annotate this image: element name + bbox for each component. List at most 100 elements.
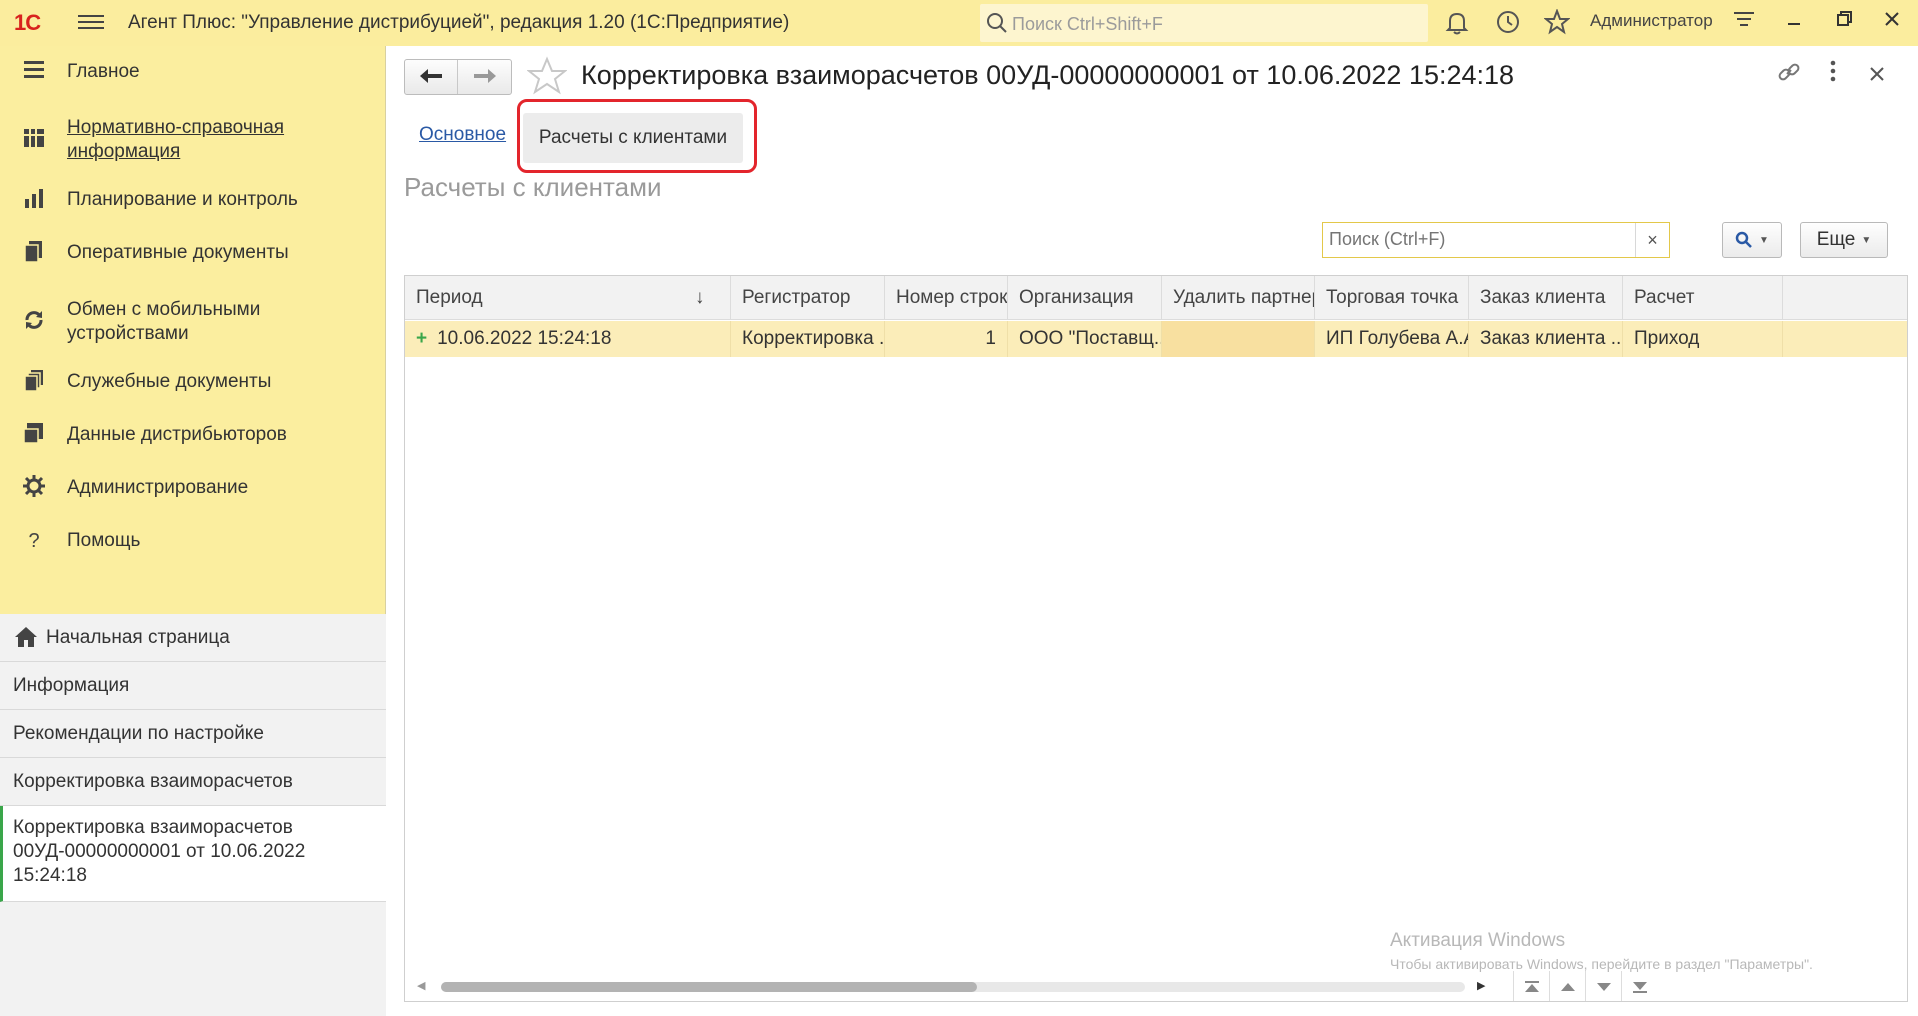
scroll-left-icon[interactable]: ◀: [417, 979, 425, 992]
cell-outlet[interactable]: ИП Голубева А.А.: [1315, 321, 1469, 357]
cell-delete-partner[interactable]: [1162, 321, 1315, 357]
open-window-correction-doc[interactable]: Корректировка взаиморасчетов 00УД-000000…: [0, 806, 386, 902]
main-menu-button[interactable]: [78, 11, 104, 33]
sidebar-item-label: Обмен с мобильными устройствами: [67, 299, 261, 344]
scroll-bottom-icon[interactable]: [1621, 971, 1657, 1001]
documents-icon: [20, 239, 48, 267]
cell-period-text: 10.06.2022 15:24:18: [437, 328, 612, 349]
watermark-title: Активация Windows: [1390, 930, 1566, 951]
open-window-information[interactable]: Информация: [0, 662, 386, 710]
column-header-period[interactable]: Период ↓: [405, 276, 731, 320]
sidebar-item-label: Нормативно-справочная информация: [67, 117, 285, 162]
cell-period[interactable]: +10.06.2022 15:24:18: [405, 321, 731, 357]
stack-icon: [20, 368, 48, 396]
title-bar: 1С Агент Плюс: "Управление дистрибуцией"…: [0, 0, 1918, 46]
table-row[interactable]: +10.06.2022 15:24:18 Корректировка ... 1…: [405, 321, 1907, 357]
sidebar-item-label: Данные дистрибьюторов: [67, 424, 287, 445]
sidebar-item-service-docs[interactable]: Служебные документы: [0, 368, 386, 400]
back-button[interactable]: [405, 60, 459, 94]
favorite-star-icon[interactable]: [527, 56, 567, 96]
sidebar-item-label: Планирование и контроль: [67, 189, 298, 210]
settlements-table: Период ↓ Регистратор Номер строки Органи…: [404, 275, 1908, 1002]
clear-search-icon[interactable]: ×: [1635, 223, 1669, 257]
open-windows-panel: Начальная страница Информация Рекомендац…: [0, 614, 386, 1016]
open-window-label: Рекомендации по настройке: [13, 723, 264, 744]
sidebar-item-mobile-exchange[interactable]: Обмен с мобильными устройствами: [0, 296, 386, 348]
sidebar-item-label: Главное: [67, 61, 140, 82]
sidebar-item-help[interactable]: ? Помощь: [0, 527, 386, 559]
horizontal-scrollbar[interactable]: ◀ ▶: [405, 971, 1907, 1001]
restore-button[interactable]: [1829, 8, 1859, 38]
search-icon: [1735, 231, 1752, 248]
sidebar-item-planning[interactable]: Планирование и контроль: [0, 186, 386, 218]
column-header-settlement[interactable]: Расчет: [1623, 276, 1783, 320]
cell-registrar[interactable]: Корректировка ...: [731, 321, 885, 357]
column-header-organization[interactable]: Организация: [1008, 276, 1162, 320]
column-header-outlet[interactable]: Торговая точка: [1315, 276, 1469, 320]
open-window-correction-list[interactable]: Корректировка взаиморасчетов: [0, 758, 386, 806]
search-button[interactable]: ▼: [1722, 222, 1782, 258]
grid-icon: [20, 126, 48, 154]
column-header-client-order[interactable]: Заказ клиента: [1469, 276, 1623, 320]
more-button-label: Еще: [1816, 229, 1856, 250]
sidebar-item-reference[interactable]: Нормативно-справочная информация: [0, 114, 386, 166]
data-icon: [20, 421, 48, 449]
history-icon[interactable]: [1494, 9, 1522, 37]
close-window-button[interactable]: [1877, 8, 1907, 38]
settings-lines-icon[interactable]: [1729, 8, 1759, 38]
tab-main[interactable]: Основное: [419, 124, 506, 146]
chevron-down-icon: ▼: [1759, 234, 1769, 246]
cell-organization[interactable]: ООО "Поставщ...: [1008, 321, 1162, 357]
sidebar-item-administration[interactable]: Администрирование: [0, 474, 386, 506]
scroll-right-icon[interactable]: ▶: [1477, 979, 1485, 992]
watermark-subtitle: Чтобы активировать Windows, перейдите в …: [1390, 956, 1813, 972]
help-icon: ?: [28, 530, 40, 552]
open-window-recommendations[interactable]: Рекомендации по настройке: [0, 710, 386, 758]
hamburger-icon: [20, 58, 48, 86]
table-search-field[interactable]: ×: [1322, 222, 1670, 258]
current-user[interactable]: Администратор: [1590, 11, 1713, 31]
table-search-input[interactable]: [1323, 223, 1633, 255]
close-form-icon[interactable]: [1862, 60, 1892, 90]
search-icon: [987, 13, 1007, 33]
history-nav: [404, 59, 512, 95]
open-window-home[interactable]: Начальная страница: [0, 614, 386, 662]
minimize-button[interactable]: [1779, 8, 1809, 38]
sidebar-item-distributor-data[interactable]: Данные дистрибьюторов: [0, 421, 386, 453]
column-header-registrar[interactable]: Регистратор: [731, 276, 885, 320]
global-search-input[interactable]: Поиск Ctrl+Shift+F: [980, 4, 1428, 42]
gear-icon: [20, 474, 48, 502]
scroll-up-icon[interactable]: [1549, 971, 1585, 1001]
sidebar-item-main[interactable]: Главное: [0, 58, 386, 90]
global-search-placeholder: Поиск Ctrl+Shift+F: [1012, 14, 1163, 34]
sidebar-item-operative-docs[interactable]: Оперативные документы: [0, 239, 386, 271]
app-logo[interactable]: 1С: [14, 10, 41, 36]
more-button[interactable]: Еще ▼: [1800, 222, 1888, 258]
favorites-star-icon[interactable]: [1543, 8, 1571, 37]
document-form: Корректировка взаиморасчетов 00УД-000000…: [387, 46, 1918, 1016]
scroll-down-icon[interactable]: [1585, 971, 1621, 1001]
link-icon[interactable]: [1774, 60, 1804, 90]
cell-client-order[interactable]: Заказ клиента ...: [1469, 321, 1623, 357]
more-vertical-icon[interactable]: [1818, 60, 1848, 90]
column-header-line-number[interactable]: Номер строки: [885, 276, 1008, 320]
chevron-down-icon: ▼: [1861, 234, 1872, 246]
sidebar-item-label: Помощь: [67, 530, 141, 551]
section-title: Расчеты с клиентами: [404, 172, 662, 202]
column-header-delete-partner[interactable]: Удалить партнер: [1162, 276, 1315, 320]
scroll-thumb[interactable]: [441, 982, 977, 992]
open-window-label: Информация: [13, 675, 130, 696]
sync-icon: [20, 308, 48, 336]
forward-button[interactable]: [458, 60, 511, 94]
cell-line-number[interactable]: 1: [885, 321, 1008, 357]
scroll-top-icon[interactable]: [1513, 971, 1549, 1001]
document-title: Корректировка взаиморасчетов 00УД-000000…: [581, 60, 1515, 90]
app-title: Агент Плюс: "Управление дистрибуцией", р…: [128, 12, 790, 33]
sidebar: Главное Нормативно-справочная информация…: [0, 46, 386, 1016]
bar-chart-icon: [20, 186, 48, 214]
open-window-label: Корректировка взаиморасчетов: [13, 771, 293, 792]
column-header-label: Период: [416, 287, 483, 308]
bell-icon[interactable]: [1443, 9, 1471, 37]
cell-settlement[interactable]: Приход: [1623, 321, 1783, 357]
sidebar-item-label: Служебные документы: [67, 371, 272, 392]
